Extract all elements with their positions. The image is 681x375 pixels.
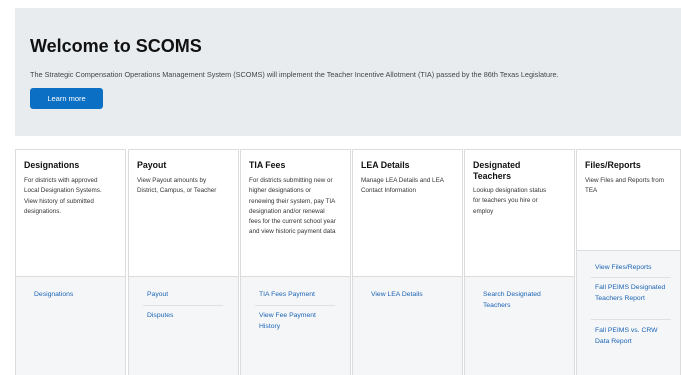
card-body: TIA Fees For districts submitting new or… xyxy=(241,150,350,277)
fall-peims-vs-crw-report-link[interactable]: Fall PEIMS vs. CRW Data Report xyxy=(595,326,665,347)
search-designated-teachers-link[interactable]: Search Designated Teachers xyxy=(483,290,558,311)
payout-link[interactable]: Payout xyxy=(147,290,227,301)
card-body: Payout View Payout amounts by District, … xyxy=(129,150,238,277)
card-title: Files/Reports xyxy=(585,160,641,170)
card-body: Designations For districts with approved… xyxy=(16,150,125,277)
card-files-reports: Files/Reports View Files and Reports fro… xyxy=(576,149,681,375)
disputes-link[interactable]: Disputes xyxy=(147,311,227,322)
card-title: Designated Teachers xyxy=(473,160,521,181)
card-tia-fees: TIA Fees For districts submitting new or… xyxy=(240,149,351,375)
card-description: View Files and Reports from TEA xyxy=(585,177,664,195)
card-footer: View Files/Reports Fall PEIMS Designated… xyxy=(577,250,680,375)
card-footer: TIA Fees Payment View Fee Payment Histor… xyxy=(241,277,350,375)
card-description: For districts with approved Local Design… xyxy=(24,177,102,215)
card-footer: Search Designated Teachers xyxy=(465,277,574,375)
card-grid: Designations For districts with approved… xyxy=(0,0,681,375)
link-divider xyxy=(143,305,223,306)
card-footer: Payout Disputes xyxy=(129,277,238,375)
link-divider xyxy=(591,277,671,278)
view-lea-details-link[interactable]: View LEA Details xyxy=(371,290,451,301)
link-divider xyxy=(255,305,335,306)
card-lea-details: LEA Details Manage LEA Details and LEA C… xyxy=(352,149,463,375)
link-divider xyxy=(591,319,671,320)
card-title: Designations xyxy=(24,160,80,170)
tia-fees-payment-link[interactable]: TIA Fees Payment xyxy=(259,290,339,301)
fall-peims-designated-teachers-report-link[interactable]: Fall PEIMS Designated Teachers Report xyxy=(595,283,671,304)
fee-payment-history-link[interactable]: View Fee Payment History xyxy=(259,311,329,332)
card-description: Lookup designation status for teachers y… xyxy=(473,187,547,215)
view-files-reports-link[interactable]: View Files/Reports xyxy=(595,263,675,274)
card-footer: Designations xyxy=(16,277,125,375)
card-description: For districts submitting new or higher d… xyxy=(249,177,336,236)
card-title: TIA Fees xyxy=(249,160,286,170)
card-footer: View LEA Details xyxy=(353,277,462,375)
designations-link[interactable]: Designations xyxy=(34,290,114,301)
card-description: Manage LEA Details and LEA Contact Infor… xyxy=(361,177,444,195)
card-body: Designated Teachers Lookup designation s… xyxy=(465,150,574,277)
card-designated-teachers: Designated Teachers Lookup designation s… xyxy=(464,149,575,375)
card-body: LEA Details Manage LEA Details and LEA C… xyxy=(353,150,462,277)
card-title: LEA Details xyxy=(361,160,410,170)
card-title: Payout xyxy=(137,160,167,170)
card-designations: Designations For districts with approved… xyxy=(15,149,126,375)
card-description: View Payout amounts by District, Campus,… xyxy=(137,177,217,195)
card-payout: Payout View Payout amounts by District, … xyxy=(128,149,239,375)
